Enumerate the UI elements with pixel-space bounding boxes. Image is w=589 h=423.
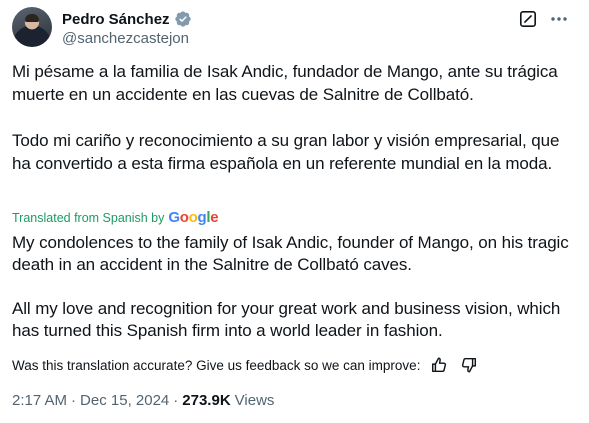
translated-paragraph: All my love and recognition for your gre… [12,299,561,340]
more-icon[interactable] [549,9,569,29]
tweet-card: Pedro Sánchez @sanchezcastejon Mi pésame… [0,0,589,423]
post-date[interactable]: Dec 15, 2024 [80,392,169,409]
meta-separator: · [71,392,77,409]
author-names: Pedro Sánchez @sanchezcastejon [62,9,192,47]
display-name-row: Pedro Sánchez [62,9,192,29]
translated-paragraph: My condolences to the family of Isak And… [12,233,569,274]
original-paragraph: Mi pésame a la familia de Isak Andic, fu… [12,62,558,104]
author-display-name[interactable]: Pedro Sánchez [62,11,170,28]
google-logo: Google [168,209,219,226]
tweet-header: Pedro Sánchez @sanchezcastejon [12,7,575,49]
author-handle[interactable]: @sanchezcastejon [62,30,192,47]
grok-icon[interactable] [519,10,537,28]
translation-feedback: Was this translation accurate? Give us f… [12,356,490,374]
views-count[interactable]: 273.9K [182,392,230,409]
thumbs-down-icon[interactable] [460,356,478,374]
tweet-text-original: Mi pésame a la familia de Isak Andic, fu… [12,60,575,175]
tweet-meta: 2:17 AM · Dec 15, 2024 · 273.9K Views [12,392,274,409]
original-paragraph: Todo mi cariño y reconocimiento a su gra… [12,131,560,173]
meta-separator: · [173,392,179,409]
views-label[interactable]: Views [235,392,275,409]
header-actions [519,9,569,29]
thumbs-up-icon[interactable] [430,356,448,374]
author-avatar[interactable] [12,7,52,47]
verified-badge-icon[interactable] [174,10,192,28]
post-time[interactable]: 2:17 AM [12,392,67,409]
feedback-prompt: Was this translation accurate? Give us f… [12,357,421,373]
translated-from-label[interactable]: Translated from Spanish by [12,211,164,225]
translation-attribution: Translated from Spanish by Google [12,209,219,226]
tweet-text-translated: My condolences to the family of Isak And… [12,232,575,342]
